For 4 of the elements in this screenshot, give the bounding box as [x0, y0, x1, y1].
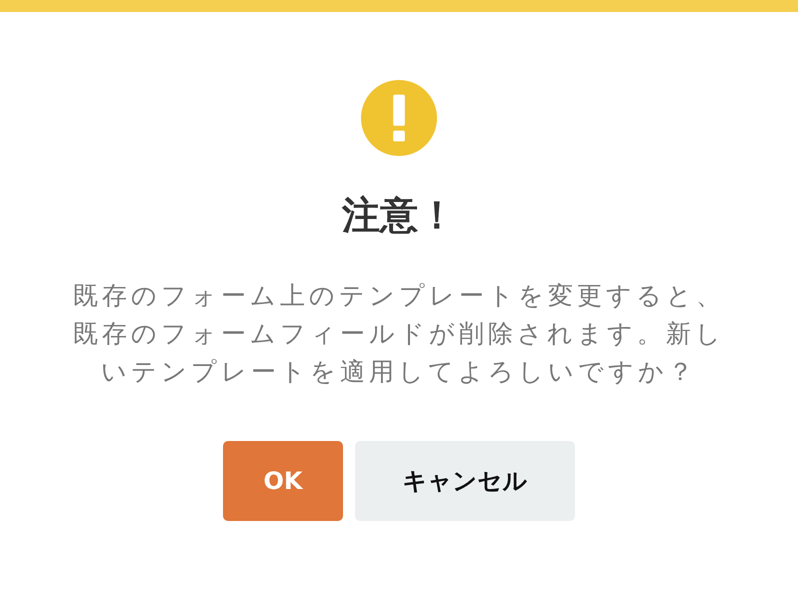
warning-icon	[360, 79, 438, 157]
dialog-title: 注意！	[342, 193, 456, 239]
cancel-button[interactable]: キャンセル	[355, 440, 575, 521]
dialog-message: 既存のフォーム上のテンプレートを変更すると、既存のフォームフィールドが削除されます。新しいテンプレートを適用してよろしいですか？	[72, 280, 726, 388]
